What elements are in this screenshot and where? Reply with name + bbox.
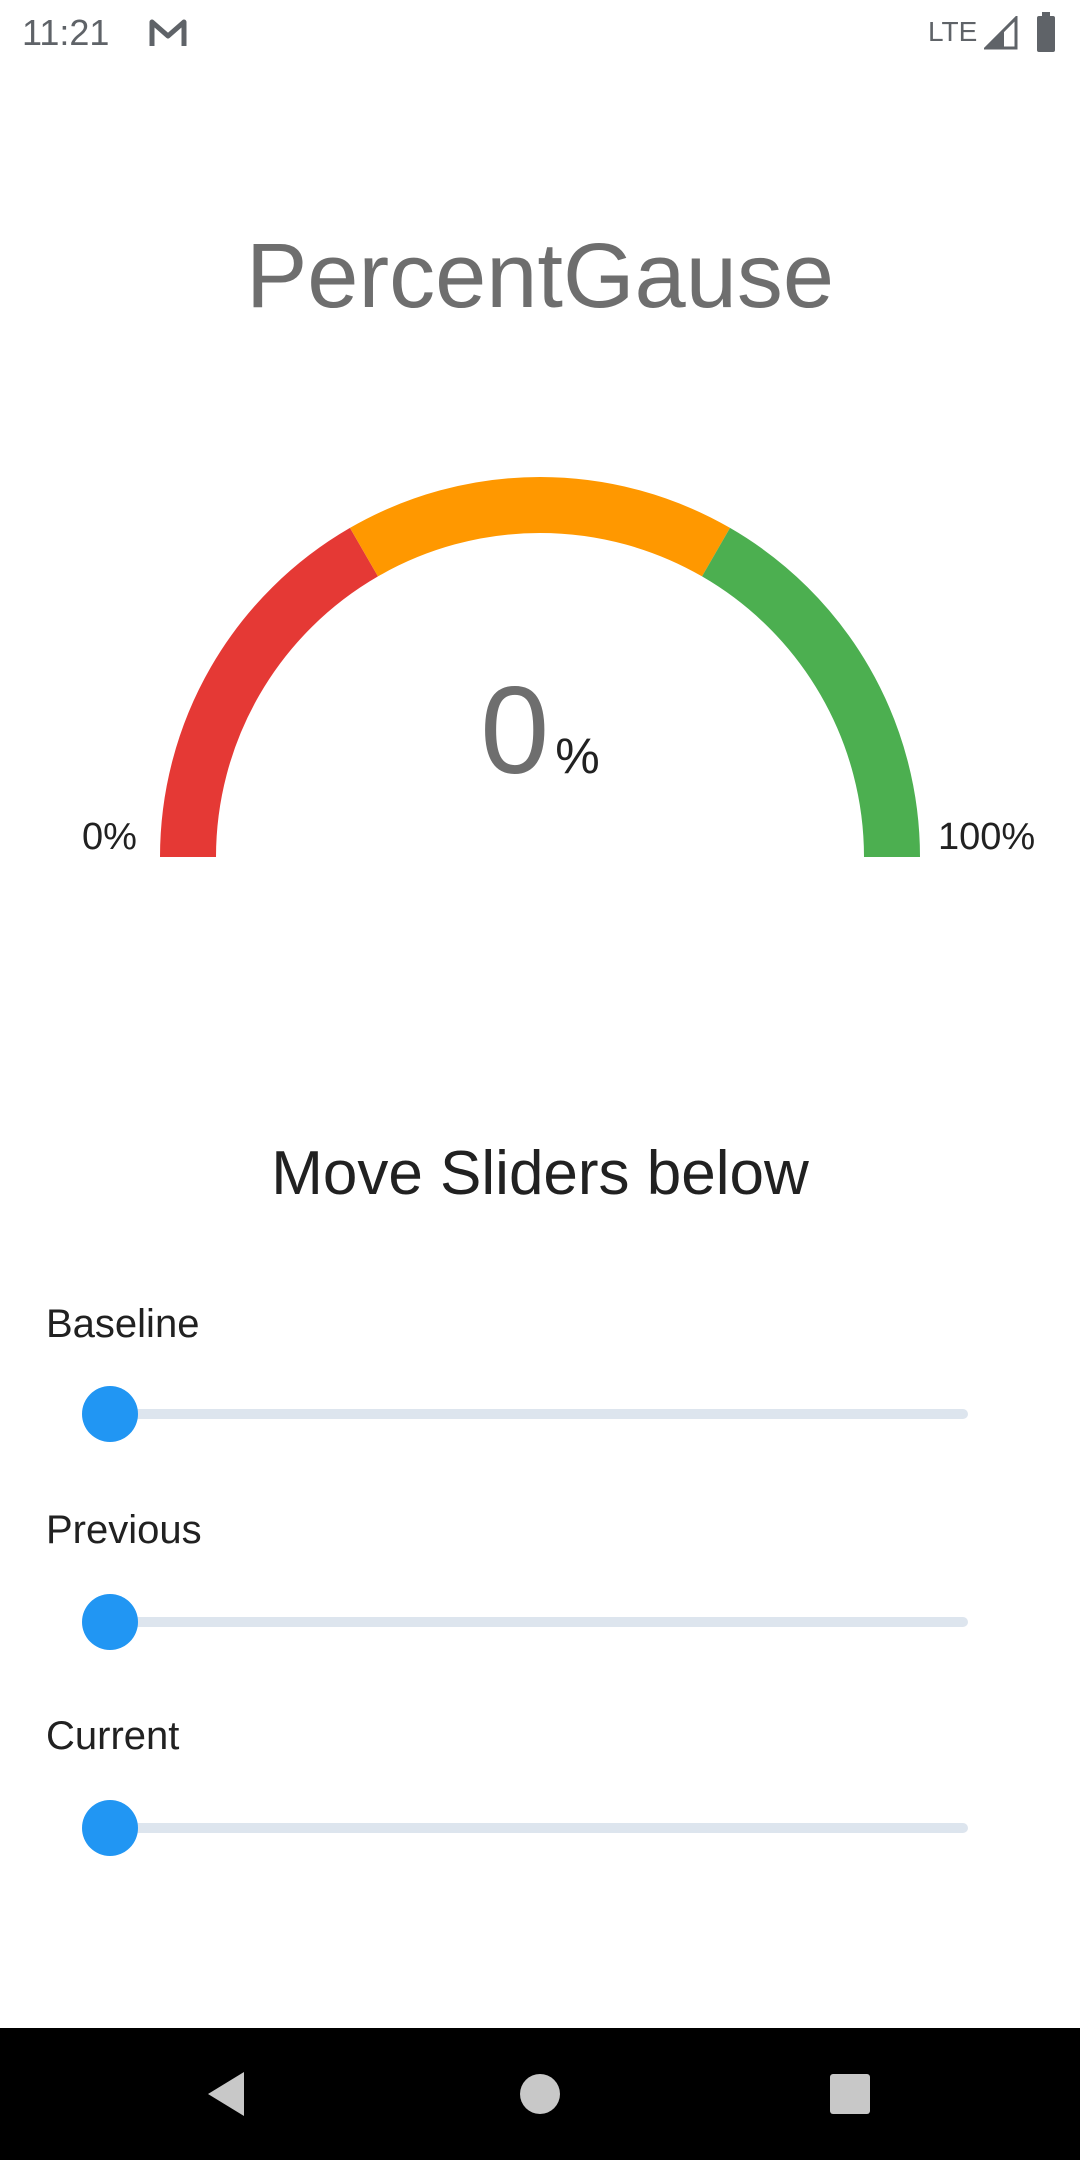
baseline-slider[interactable] bbox=[82, 1384, 968, 1444]
gauge-segment-2 bbox=[349, 477, 731, 577]
status-time: 11:21 bbox=[22, 12, 110, 53]
slider-track[interactable] bbox=[110, 1617, 968, 1627]
slider-label-baseline: Baseline bbox=[46, 1302, 200, 1346]
navigation-bar bbox=[0, 2028, 1080, 2160]
current-slider[interactable] bbox=[82, 1798, 968, 1858]
previous-slider[interactable] bbox=[82, 1592, 968, 1652]
slider-thumb[interactable] bbox=[82, 1386, 138, 1442]
gauge-value-display: 0% bbox=[0, 660, 1080, 802]
network-type: LTE bbox=[928, 16, 978, 47]
gauge-max-label: 100% bbox=[938, 816, 1036, 858]
gauge-min-label: 0% bbox=[82, 816, 137, 858]
slider-thumb[interactable] bbox=[82, 1594, 138, 1650]
gmail-icon bbox=[149, 19, 187, 46]
slider-label-current: Current bbox=[46, 1714, 180, 1758]
app-title: PercentGause bbox=[245, 225, 835, 327]
slider-track[interactable] bbox=[110, 1823, 968, 1833]
gauge-value: 0 bbox=[480, 662, 550, 800]
slider-label-previous: Previous bbox=[46, 1508, 202, 1552]
recents-icon[interactable] bbox=[810, 2054, 890, 2134]
gauge-unit: % bbox=[555, 728, 600, 784]
slider-thumb[interactable] bbox=[82, 1800, 138, 1856]
slider-track[interactable] bbox=[110, 1409, 968, 1419]
battery-icon bbox=[1037, 12, 1055, 52]
instruction-text: Move Sliders below bbox=[271, 1139, 809, 1208]
status-bar: 11:21 LTE bbox=[0, 0, 1080, 66]
back-icon[interactable] bbox=[186, 2054, 266, 2134]
signal-icon bbox=[984, 16, 1018, 50]
home-icon[interactable] bbox=[500, 2054, 580, 2134]
